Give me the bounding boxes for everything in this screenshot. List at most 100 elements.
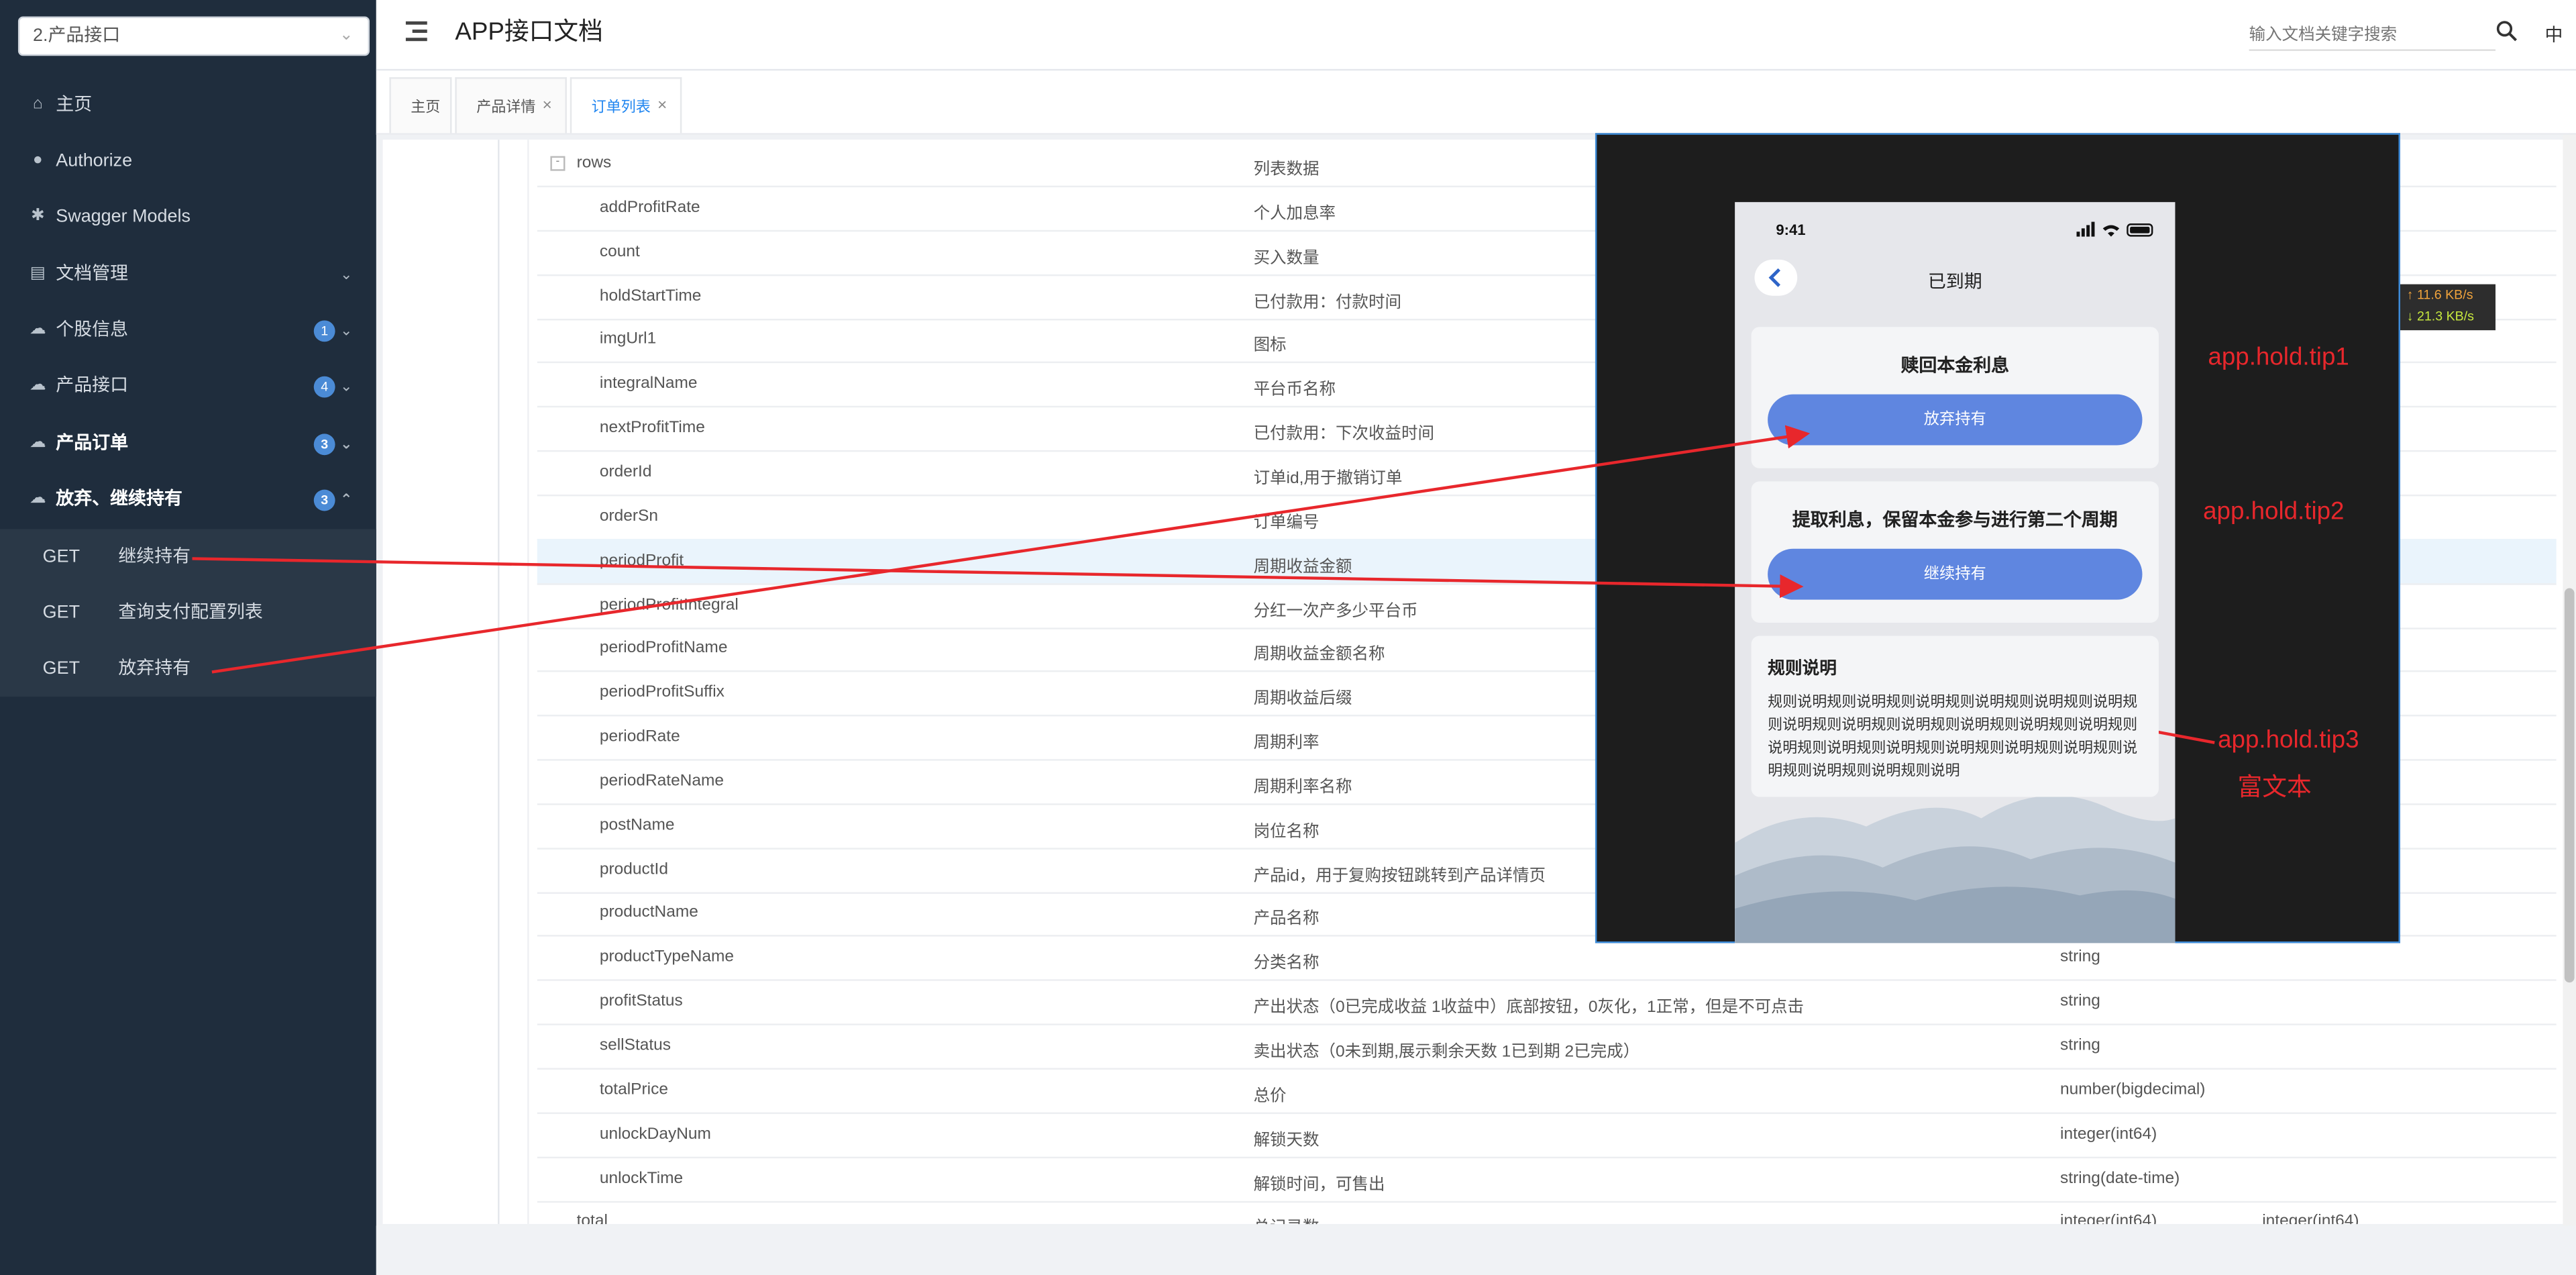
- lock-icon: ●: [32, 151, 43, 170]
- param-desc: 已付款用：付款时间: [1253, 293, 1401, 312]
- tab-product-detail[interactable]: 产品详情 ×: [455, 77, 567, 135]
- api-name: 查询支付配置列表: [118, 603, 263, 623]
- param-name: nextProfitTime: [599, 419, 705, 438]
- count-badge: 3: [313, 489, 335, 511]
- param-desc: 周期收益金额名称: [1253, 646, 1385, 665]
- tab-label: 订单列表: [591, 98, 651, 115]
- param-name: count: [599, 242, 640, 261]
- tab-bar: 主页 产品详情 × 订单列表 ×: [376, 70, 2576, 135]
- download-speed: ↓ 21.3 KB/s: [2406, 309, 2474, 324]
- param-type: string: [2060, 992, 2100, 1011]
- phone-page-title: 已到期: [1927, 272, 1982, 293]
- status-bar-icons: [2076, 221, 2153, 237]
- param-name: unlockTime: [599, 1169, 684, 1188]
- param-name: orderSn: [599, 507, 659, 526]
- chevron-down-icon: ⌄: [339, 321, 353, 339]
- sidebar-item-hold[interactable]: ☁ 放弃、继续持有 3 ⌃: [0, 472, 376, 527]
- param-desc: 个人加息率: [1253, 205, 1336, 223]
- document-icon: ▤: [30, 264, 46, 283]
- app-title: APP接口文档: [455, 17, 603, 46]
- param-desc: 周期利率名称: [1253, 778, 1352, 797]
- param-name: periodProfit: [599, 551, 684, 570]
- sidebar-item-label: 产品订单: [56, 434, 129, 454]
- card-title: 提取利息，保留本金参与进行第二个周期: [1792, 511, 2118, 531]
- param-desc: 岗位名称: [1253, 823, 1320, 841]
- param-type: integer(int64): [2060, 1213, 2157, 1225]
- param-type: integer(int64): [2060, 1125, 2157, 1143]
- http-method: GET: [42, 603, 80, 623]
- collapse-toggle[interactable]: -: [550, 156, 566, 171]
- param-type: string: [2060, 948, 2100, 967]
- top-header: APP接口文档 中: [376, 0, 2576, 71]
- sidebar-item-label: 产品接口: [56, 376, 129, 397]
- tab-order-list[interactable]: 订单列表 ×: [570, 77, 682, 135]
- param-desc: 产出状态（0已完成收益 1收益中）底部按钮，0灰化，1正常，但是不可点击: [1253, 999, 1805, 1017]
- sidebar-item-label: 主页: [56, 95, 93, 115]
- net-speed-widget: ↑ 11.6 KB/s ↓ 21.3 KB/s: [2400, 284, 2496, 331]
- param-name: holdStartTime: [599, 287, 702, 305]
- sidebar-item-doc-manage[interactable]: ▤ 文档管理 ⌄: [0, 246, 376, 302]
- close-icon[interactable]: ×: [657, 79, 667, 135]
- continue-hold-button[interactable]: 继续持有: [1768, 548, 2143, 600]
- tab-home[interactable]: 主页: [389, 77, 452, 134]
- table-row: totalPrice 总价 number(bigdecimal): [537, 1068, 2557, 1114]
- table-row: sellStatus 卖出状态（0未到期,展示剩余天数 1已到期 2已完成） str…: [537, 1023, 2557, 1070]
- annotation-rich-text: 富文本: [2237, 774, 2312, 802]
- give-up-hold-button[interactable]: 放弃持有: [1768, 394, 2143, 446]
- tab-label: 产品详情: [476, 98, 536, 115]
- search-input[interactable]: [2249, 19, 2496, 51]
- sidebar-item-stock-info[interactable]: ☁ 个股信息 1 ⌄: [0, 303, 376, 358]
- submenu-hold: GET 继续持有 GET 查询支付配置列表 GET 放弃持有: [0, 529, 376, 697]
- table-row: unlockDayNum 解锁天数 integer(int64): [537, 1112, 2557, 1158]
- param-desc: 列表数据: [1253, 160, 1320, 179]
- card-redeem: 赎回本金利息 放弃持有: [1751, 327, 2159, 468]
- sidebar-item-home[interactable]: ⌂ 主页: [0, 77, 376, 133]
- param-name: postName: [599, 816, 675, 835]
- scrollbar-thumb[interactable]: [2564, 588, 2575, 983]
- api-item-pay-config[interactable]: GET 查询支付配置列表: [0, 585, 376, 641]
- api-name: 继续持有: [118, 547, 191, 567]
- service-select[interactable]: 2.产品接口 ⌄: [17, 16, 370, 56]
- search-icon[interactable]: [2496, 19, 2518, 42]
- language-switch[interactable]: 中: [2544, 21, 2563, 48]
- annotation-tip1: app.hold.tip1: [2208, 343, 2349, 372]
- sidebar-item-label: Swagger Models: [56, 207, 191, 227]
- table-row: unlockTime 解锁时间，可售出 string(date-time): [537, 1156, 2557, 1203]
- param-desc: 订单编号: [1253, 513, 1320, 532]
- sidebar-item-swagger-models[interactable]: ✱ Swagger Models: [0, 189, 376, 245]
- card-title: 赎回本金利息: [1900, 356, 2010, 376]
- divider: [498, 140, 500, 1225]
- param-desc: 产品id，用于复购按钮跳转到产品详情页: [1253, 866, 1546, 885]
- model-icon: ✱: [31, 207, 45, 225]
- param-name: periodProfitName: [599, 640, 728, 658]
- param-name: periodProfitIntegral: [599, 595, 739, 614]
- param-desc: 平台币名称: [1253, 381, 1336, 400]
- api-item-continue-hold[interactable]: GET 继续持有: [0, 529, 376, 584]
- param-name: imgUrl1: [599, 331, 657, 350]
- count-badge: 4: [313, 376, 335, 398]
- param-name: integralName: [599, 374, 698, 393]
- sidebar-item-label: Authorize: [56, 151, 133, 171]
- service-select-value: 2.产品接口: [32, 26, 121, 46]
- table-row: profitStatus 产出状态（0已完成收益 1收益中）底部按钮，0灰化，1正…: [537, 980, 2557, 1026]
- param-name: productId: [599, 860, 669, 878]
- param-name: totalPrice: [599, 1080, 668, 1099]
- sidebar-item-product-api[interactable]: ☁ 产品接口 4 ⌄: [0, 358, 376, 414]
- api-item-give-up-hold[interactable]: GET 放弃持有: [0, 641, 376, 697]
- count-badge: 1: [313, 320, 335, 342]
- sidebar-item-label: 个股信息: [56, 320, 129, 340]
- close-icon[interactable]: ×: [543, 79, 552, 135]
- param-desc: 解锁天数: [1253, 1131, 1320, 1150]
- param-desc: 图标: [1253, 337, 1287, 356]
- home-icon: ⌂: [32, 95, 43, 113]
- cloud-icon: ☁: [30, 489, 46, 508]
- sidebar-item-product-order[interactable]: ☁ 产品订单 3 ⌄: [0, 415, 376, 471]
- param-desc: 总记录数: [1254, 1213, 1320, 1224]
- menu-fold-icon[interactable]: [405, 21, 427, 41]
- footer-bar: [376, 1225, 2576, 1275]
- sidebar-item-authorize[interactable]: ● Authorize: [0, 133, 376, 189]
- annotation-tip2: app.hold.tip2: [2203, 497, 2345, 526]
- sidebar: 2.产品接口 ⌄ ⌂ 主页 ● Authorize ✱ Swagger Mode…: [0, 0, 376, 1275]
- param-type: number(bigdecimal): [2060, 1080, 2206, 1099]
- chevron-up-icon: ⌃: [339, 491, 353, 508]
